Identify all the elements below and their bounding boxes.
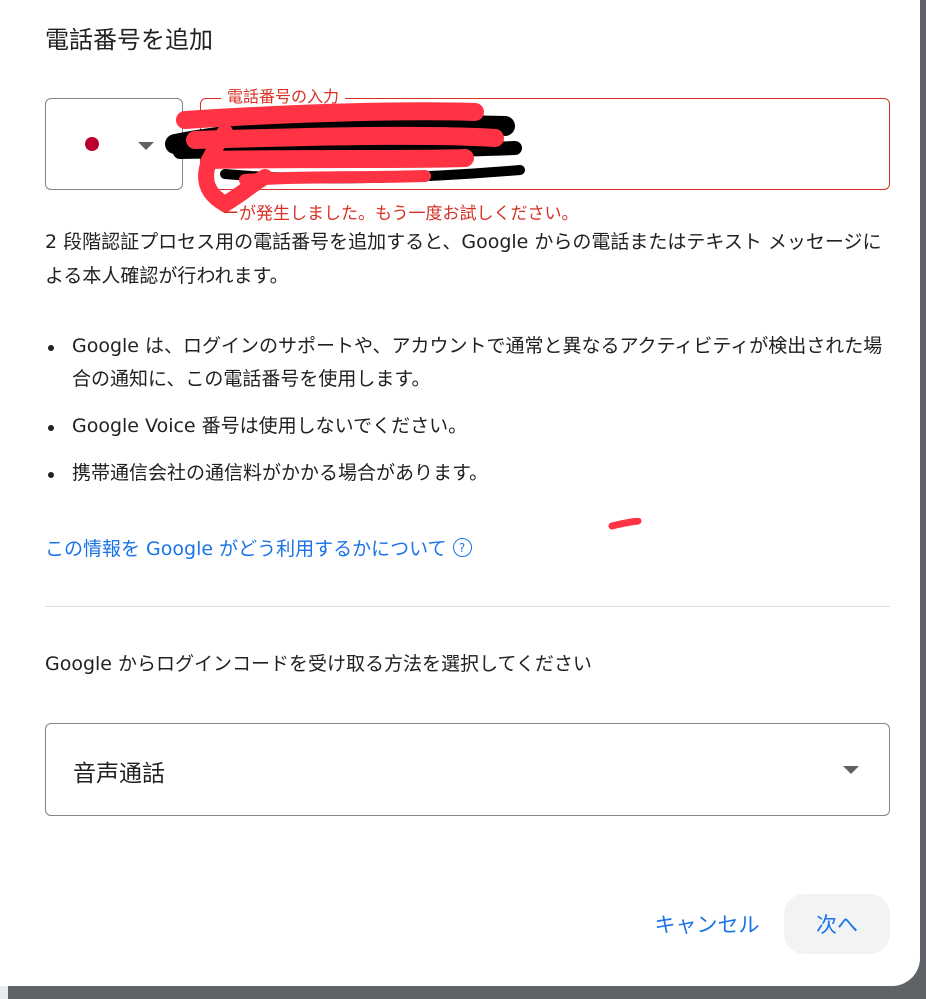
info-bullet-list: Google は、ログインのサポートや、アカウントで通常と異なるアクティビティが… bbox=[45, 330, 895, 504]
bullet-text: Google は、ログインのサポートや、アカウントで通常と異なるアクティビティが… bbox=[72, 335, 883, 390]
cancel-button[interactable]: キャンセル bbox=[637, 894, 777, 954]
bullet-text: 携帯通信会社の通信料がかかる場合があります。 bbox=[72, 462, 489, 484]
help-circle-icon: ? bbox=[452, 538, 472, 557]
bullet-dot-icon bbox=[48, 345, 54, 351]
login-code-method-select[interactable]: 音声通話 bbox=[45, 723, 890, 816]
dropdown-arrow-icon bbox=[843, 766, 859, 774]
description-text: 2 段階認証プロセス用の電話番号を追加すると、Google からの電話またはテキ… bbox=[45, 231, 882, 287]
jp-flag-icon bbox=[85, 137, 99, 151]
redaction-mark bbox=[608, 518, 642, 530]
bullet-text: Google Voice 番号は使用しないでください。 bbox=[72, 415, 468, 437]
list-item: 携帯通信会社の通信料がかかる場合があります。 bbox=[45, 457, 895, 490]
bullet-dot-icon bbox=[48, 472, 54, 478]
bullet-dot-icon bbox=[48, 425, 54, 431]
list-item: Google Voice 番号は使用しないでください。 bbox=[45, 410, 895, 443]
dialog-title: 電話番号を追加 bbox=[45, 26, 213, 54]
list-item: Google は、ログインのサポートや、アカウントで通常と異なるアクティビティが… bbox=[45, 330, 895, 396]
country-code-select[interactable] bbox=[45, 98, 183, 190]
selected-method: 音声通話 bbox=[73, 761, 165, 787]
data-usage-info-link[interactable]: この情報を Google がどう利用するかについて ? bbox=[45, 534, 472, 561]
info-link-label: この情報を Google がどう利用するかについて bbox=[45, 538, 447, 560]
add-phone-dialog: 電話番号を追加 電話番号の入力 ーが発生しました。もう一度お試しください。 2 … bbox=[0, 0, 920, 986]
login-code-method-question: Google からログインコードを受け取る方法を選択してください bbox=[45, 653, 592, 675]
dropdown-arrow-icon bbox=[138, 142, 154, 150]
section-divider bbox=[45, 606, 890, 607]
phone-error-message: ーが発生しました。もう一度お試しください。 bbox=[222, 204, 579, 224]
next-button[interactable]: 次へ bbox=[784, 894, 890, 954]
